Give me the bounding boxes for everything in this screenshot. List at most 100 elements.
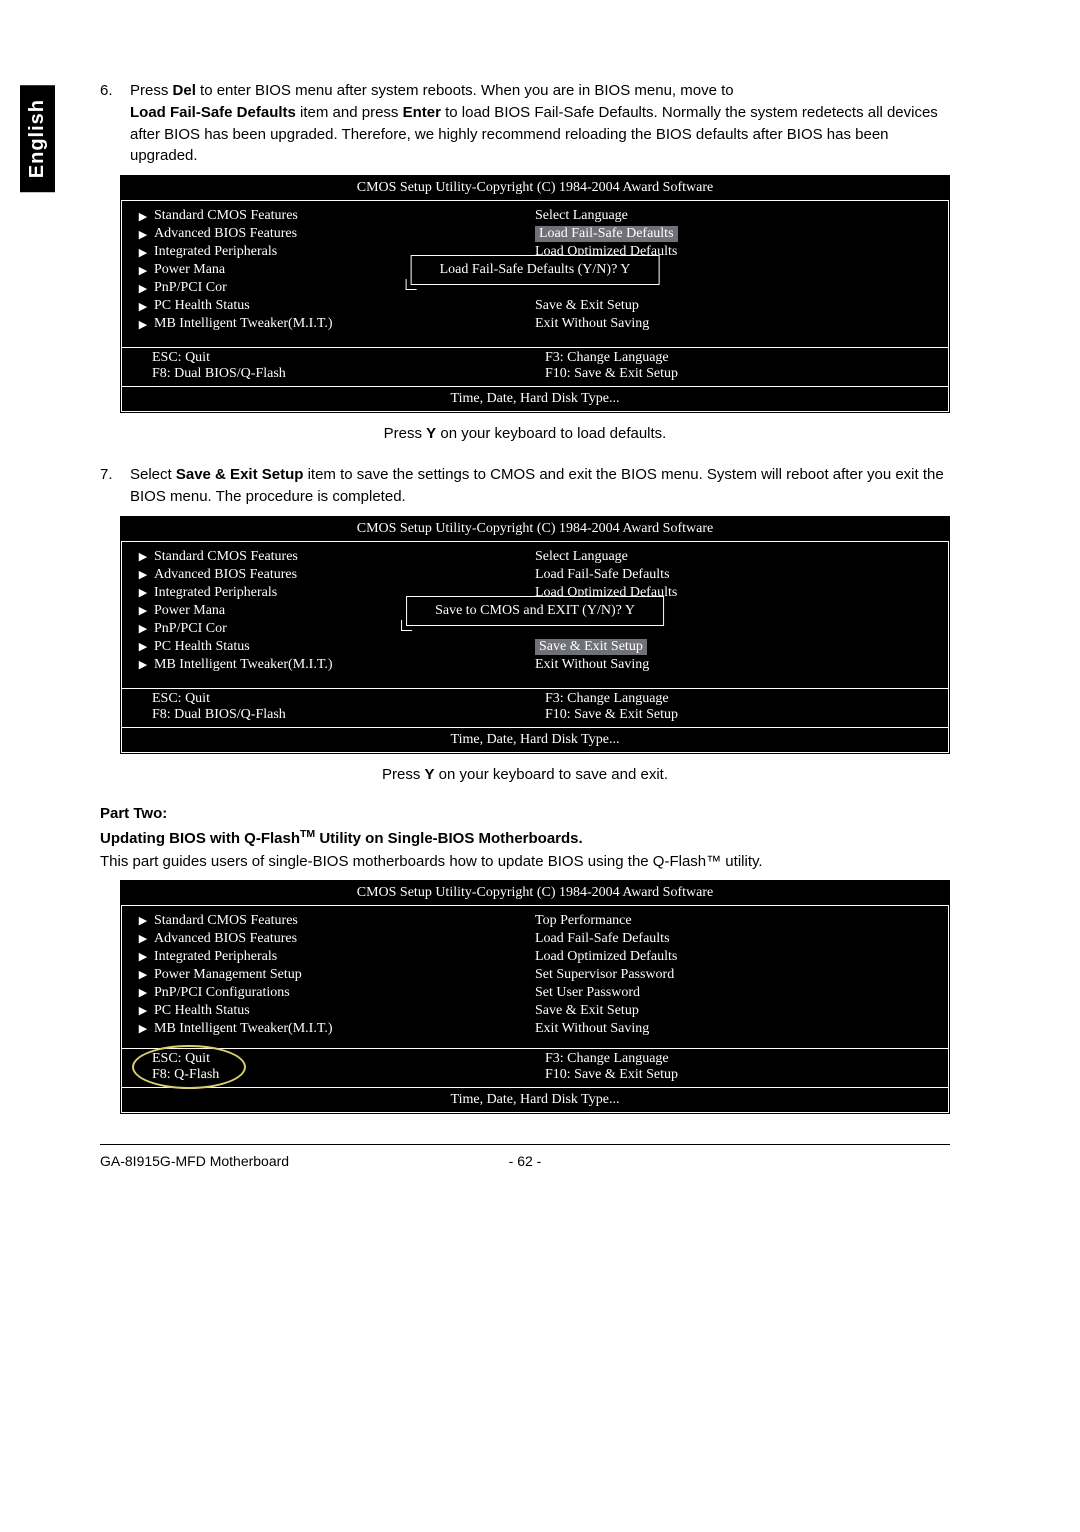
triangle-icon: ▶ [132,932,154,945]
triangle-icon: ▶ [132,1022,154,1035]
key-hint: ESC: Quit [152,1051,545,1067]
menu-item: Advanced BIOS Features [154,931,297,947]
bios-left-col: ▶Standard CMOS Features ▶Advanced BIOS F… [132,912,535,1038]
key-del: Del [173,82,196,99]
bios-title: CMOS Setup Utility-Copyright (C) 1984-20… [121,517,949,542]
caption: Press Y on your keyboard to save and exi… [100,766,950,783]
part-two-label: Part Two: [100,805,950,822]
menu-item: Power Management Setup [154,967,302,983]
triangle-icon: ▶ [132,914,154,927]
menu-item-highlighted: Load Fail-Safe Defaults [535,226,678,242]
bios-dialog: Load Fail-Safe Defaults (Y/N)? Y [411,255,660,285]
step-body: Select Save & Exit Setup item to save th… [130,464,950,508]
menu-item: Load Optimized Defaults [535,949,677,965]
triangle-icon: ▶ [132,950,154,963]
bios-screenshot-3: CMOS Setup Utility-Copyright (C) 1984-20… [120,880,950,1114]
bios-screenshot-2: CMOS Setup Utility-Copyright (C) 1984-20… [120,516,950,754]
text: Press [130,82,173,99]
menu-item: Exit Without Saving [535,316,649,332]
triangle-icon: ▶ [132,246,154,259]
bios-dialog: Save to CMOS and EXIT (Y/N)? Y [406,596,664,626]
bios-help-line: Time, Date, Hard Disk Type... [121,728,949,753]
text: item and press [296,104,403,121]
menu-item: Standard CMOS Features [154,208,298,224]
triangle-icon: ▶ [132,300,154,313]
menu-item: Exit Without Saving [535,1021,649,1037]
key-hint: F8: Dual BIOS/Q-Flash [152,707,545,723]
triangle-icon: ▶ [132,550,154,563]
key-y: Y [425,766,435,783]
step-number: 6. [100,80,130,167]
menu-item: Exit Without Saving [535,657,649,673]
menu-item: MB Intelligent Tweaker(M.I.T.) [154,316,333,332]
menu-item: Standard CMOS Features [154,549,298,565]
menu-item: MB Intelligent Tweaker(M.I.T.) [154,1021,333,1037]
menu-item-highlighted: Save & Exit Setup [535,639,647,655]
menu-item: Top Performance [535,913,632,929]
text: Select [130,466,176,483]
menu-item: Save & Exit Setup [535,1003,639,1019]
intro-text: This part guides users of single-BIOS mo… [100,853,950,870]
key-hint: F10: Save & Exit Setup [545,366,938,382]
triangle-icon: ▶ [132,986,154,999]
bios-footer-keys: ESC: Quit F8: Dual BIOS/Q-Flash F3: Chan… [121,348,949,387]
menu-item: Set User Password [535,985,640,1001]
caption: Press Y on your keyboard to load default… [100,425,950,442]
menu-item: Load Fail-Safe Defaults [535,567,670,583]
key-hint: F3: Change Language [545,350,938,366]
triangle-icon: ▶ [132,622,154,635]
menu-item: Integrated Peripherals [154,244,277,260]
key-hint: F3: Change Language [545,1051,938,1067]
menu-item: PnP/PCI Cor [154,621,227,637]
menu-item: PnP/PCI Configurations [154,985,290,1001]
menu-item: Select Language [535,208,628,224]
menu-item: PC Health Status [154,298,250,314]
key-hint: F8: Dual BIOS/Q-Flash [152,366,545,382]
menu-item: Standard CMOS Features [154,913,298,929]
key-hint: F8: Q-Flash [152,1067,545,1083]
key-hint: F3: Change Language [545,691,938,707]
key-hint: F10: Save & Exit Setup [545,1067,938,1083]
language-tab: English [20,85,55,192]
triangle-icon: ▶ [132,282,154,295]
triangle-icon: ▶ [132,228,154,241]
bios-main: ▶Standard CMOS Features ▶Advanced BIOS F… [121,201,949,348]
step-6: 6. Press Del to enter BIOS menu after sy… [100,80,950,167]
item-name: Save & Exit Setup [176,466,304,483]
text: to enter BIOS menu after system reboots.… [196,82,734,99]
menu-item: Load Fail-Safe Defaults [535,931,670,947]
footer-page-number: - 62 - [465,1153,585,1169]
menu-item: Advanced BIOS Features [154,226,297,242]
triangle-icon: ▶ [132,1004,154,1017]
menu-item: MB Intelligent Tweaker(M.I.T.) [154,657,333,673]
triangle-icon: ▶ [132,640,154,653]
triangle-icon: ▶ [132,568,154,581]
key-hint: ESC: Quit [152,691,545,707]
triangle-icon: ▶ [132,210,154,223]
menu-item: Advanced BIOS Features [154,567,297,583]
triangle-icon: ▶ [132,968,154,981]
menu-item: Integrated Peripherals [154,585,277,601]
page-footer: GA-8I915G-MFD Motherboard - 62 - [100,1144,950,1169]
menu-item: Integrated Peripherals [154,949,277,965]
trademark: TM [300,828,315,840]
menu-item: Select Language [535,549,628,565]
bios-right-col: Top Performance Load Fail-Safe Defaults … [535,912,938,1038]
step-7: 7. Select Save & Exit Setup item to save… [100,464,950,508]
bios-main: ▶Standard CMOS Features ▶Advanced BIOS F… [121,906,949,1049]
part-two-heading: Updating BIOS with Q-FlashTM Utility on … [100,828,950,847]
key-hint: F10: Save & Exit Setup [545,707,938,723]
menu-item: PC Health Status [154,639,250,655]
menu-item: Save & Exit Setup [535,298,639,314]
bios-screenshot-1: CMOS Setup Utility-Copyright (C) 1984-20… [120,175,950,413]
bios-title: CMOS Setup Utility-Copyright (C) 1984-20… [121,881,949,906]
menu-item: PC Health Status [154,1003,250,1019]
triangle-icon: ▶ [132,586,154,599]
menu-item: Power Mana [154,262,225,278]
triangle-icon: ▶ [132,604,154,617]
menu-item: PnP/PCI Cor [154,280,227,296]
menu-item: Power Mana [154,603,225,619]
bios-help-line: Time, Date, Hard Disk Type... [121,1088,949,1113]
bios-help-line: Time, Date, Hard Disk Type... [121,387,949,412]
bios-title: CMOS Setup Utility-Copyright (C) 1984-20… [121,176,949,201]
